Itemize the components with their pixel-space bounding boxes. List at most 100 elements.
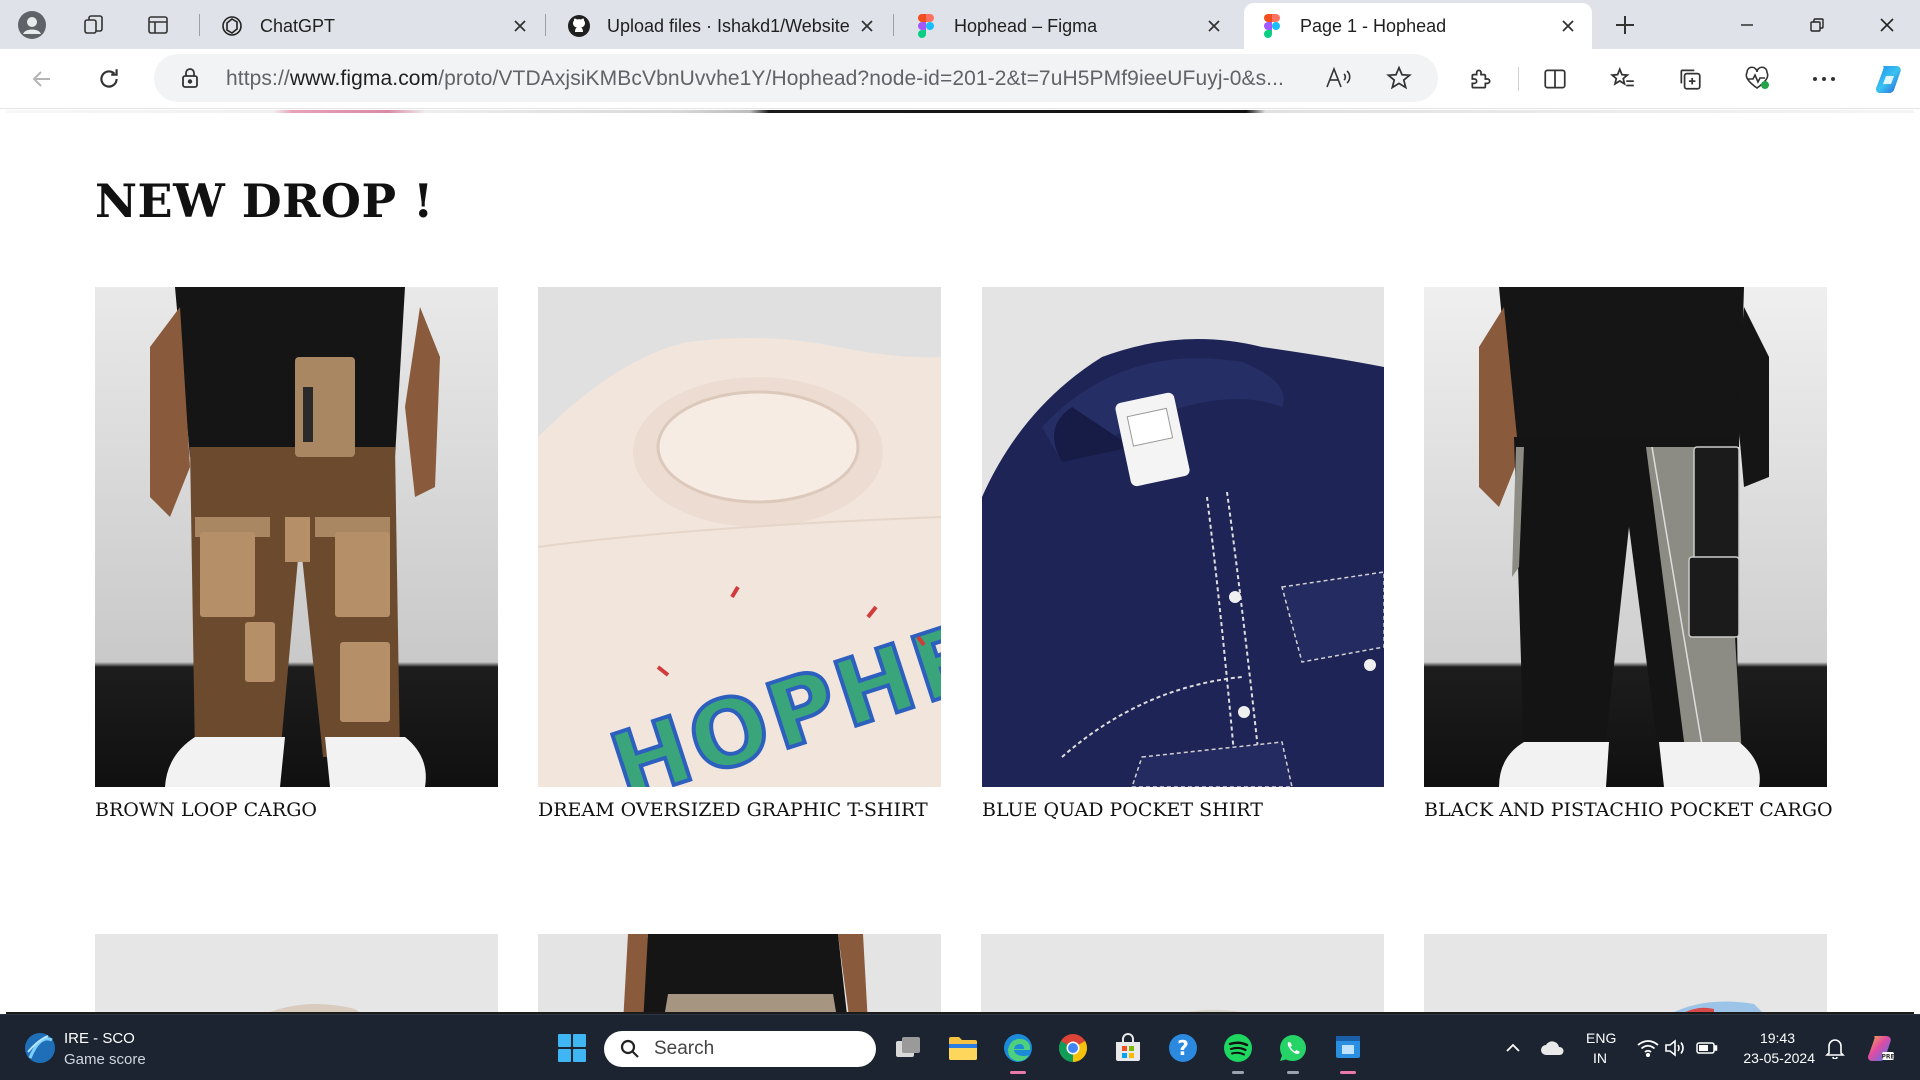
widget-title[interactable]: IRE - SCO <box>64 1029 135 1048</box>
edge-taskbar-button[interactable] <box>998 1028 1038 1074</box>
tab-title: Upload files · Ishakd1/Website <box>607 15 850 36</box>
task-view-button[interactable] <box>888 1028 928 1068</box>
tab-chatgpt[interactable]: ChatGPT <box>204 3 544 49</box>
tab-hophead-figma[interactable]: Hophead – Figma <box>898 3 1238 49</box>
start-button[interactable] <box>552 1028 592 1068</box>
close-tab-icon[interactable] <box>855 14 879 38</box>
navy-pocket-shirt-photo[interactable] <box>982 287 1384 787</box>
url-domain: www.figma.com <box>289 67 439 90</box>
favorite-star-icon[interactable] <box>1386 65 1412 96</box>
prototype-top-strip <box>6 110 1914 113</box>
new-tab-button[interactable] <box>1606 6 1644 44</box>
close-tab-icon[interactable] <box>1202 14 1226 38</box>
product-thumbnail[interactable] <box>981 934 1384 1014</box>
extensions-button[interactable] <box>1461 59 1501 99</box>
cream-graphic-tshirt-photo[interactable]: HOPHEAD <box>538 287 941 787</box>
puzzle-icon <box>1471 69 1491 89</box>
minimize-button[interactable] <box>1712 0 1782 49</box>
notifications-button[interactable] <box>1815 1028 1855 1068</box>
spotify-taskbar-button[interactable] <box>1218 1028 1258 1074</box>
product-card[interactable]: BLUE QUAD POCKET SHIRT <box>982 287 1385 821</box>
taskbar-search-box[interactable]: Search <box>604 1031 876 1067</box>
restore-icon <box>1810 17 1824 32</box>
figma-icon <box>914 14 938 38</box>
clock-time[interactable]: 19:43 <box>1735 1029 1795 1048</box>
active-indicator <box>1010 1071 1026 1074</box>
active-indicator <box>1340 1071 1356 1074</box>
product-card[interactable]: BROWN LOOP CARGO <box>95 287 498 821</box>
tab-title: Page 1 - Hophead <box>1300 15 1447 36</box>
cricket-widget-icon[interactable] <box>20 1028 60 1068</box>
onedrive-button[interactable] <box>1533 1028 1573 1068</box>
collections-button[interactable] <box>1670 59 1710 99</box>
product-thumbnail[interactable] <box>1424 934 1827 1014</box>
plus-icon <box>1616 16 1634 34</box>
more-dots-icon <box>1813 77 1835 81</box>
browser-essentials-button[interactable] <box>1737 59 1777 99</box>
chrome-icon <box>1059 1034 1087 1062</box>
spotify-icon <box>1224 1034 1252 1062</box>
copilot-taskbar-button[interactable]: PRE <box>1860 1028 1900 1068</box>
copilot-icon <box>1876 66 1901 93</box>
file-explorer-button[interactable] <box>943 1028 983 1068</box>
back-button[interactable] <box>22 59 62 99</box>
tab-actions-icon <box>148 16 168 34</box>
search-icon <box>620 1039 639 1058</box>
refresh-button[interactable] <box>89 59 129 99</box>
lock-icon[interactable] <box>180 66 200 95</box>
tab-title: ChatGPT <box>260 15 336 36</box>
profile-icon <box>18 11 46 39</box>
chrome-taskbar-button[interactable] <box>1053 1028 1093 1068</box>
read-aloud-icon[interactable] <box>1324 65 1352 96</box>
tab-page1-hophead[interactable]: Page 1 - Hophead <box>1244 3 1592 49</box>
settings-menu-button[interactable] <box>1804 59 1844 99</box>
tab-title: Hophead – Figma <box>954 15 1098 36</box>
close-tab-icon[interactable] <box>508 14 532 38</box>
address-bar[interactable]: https://www.figma.com/proto/VTDAxjsiKMBc… <box>154 54 1438 102</box>
product-name[interactable]: BLACK AND PISTACHIO POCKET CARGO <box>1424 799 1833 821</box>
product-thumbnail[interactable] <box>95 934 498 1014</box>
app-window-icon <box>1336 1036 1360 1058</box>
windows-taskbar: IRE - SCO Game score Search ? ENG IN 19:… <box>0 1014 1920 1080</box>
product-card[interactable]: HOPHEAD DREAM OVERSIZED GRAPHIC T-SHIRT <box>538 287 941 821</box>
language-line-1[interactable]: ENG <box>1586 1029 1616 1048</box>
microsoft-store-button[interactable] <box>1108 1028 1148 1068</box>
back-arrow-icon <box>32 71 50 87</box>
black-pistachio-cargo-photo[interactable] <box>1424 287 1827 787</box>
product-name[interactable]: BROWN LOOP CARGO <box>95 799 498 821</box>
url-text: https://www.figma.com/proto/VTDAxjsiKMBc… <box>226 67 1284 91</box>
whatsapp-taskbar-button[interactable] <box>1273 1028 1313 1074</box>
product-name[interactable]: BLUE QUAD POCKET SHIRT <box>982 799 1385 821</box>
product-card[interactable]: BLACK AND PISTACHIO POCKET CARGO <box>1424 287 1833 821</box>
copilot-button[interactable] <box>1869 59 1909 99</box>
vertical-tabs-button[interactable] <box>139 6 177 44</box>
search-label: Search <box>654 1038 715 1059</box>
widget-subtitle[interactable]: Game score <box>64 1050 146 1069</box>
tab-github-upload[interactable]: Upload files · Ishakd1/Website <box>551 3 891 49</box>
split-screen-button[interactable] <box>1535 59 1575 99</box>
collections-icon <box>1680 69 1701 90</box>
close-icon <box>1880 17 1894 32</box>
product-thumbnail[interactable] <box>538 934 941 1014</box>
close-tab-icon[interactable] <box>1556 14 1580 38</box>
workspaces-button[interactable] <box>75 6 113 44</box>
split-screen-icon <box>1544 69 1566 89</box>
browser-toolbar: https://www.figma.com/proto/VTDAxjsiKMBc… <box>0 49 1920 109</box>
language-line-2[interactable]: IN <box>1586 1049 1614 1068</box>
product-name[interactable]: DREAM OVERSIZED GRAPHIC T-SHIRT <box>538 799 941 821</box>
favorites-button[interactable] <box>1603 59 1643 99</box>
figma-taskbar-button[interactable] <box>1328 1028 1368 1074</box>
windows-logo-icon <box>558 1034 586 1062</box>
svg-text:?: ? <box>1177 1036 1189 1060</box>
profile-button[interactable] <box>13 6 51 44</box>
show-hidden-icons-button[interactable] <box>1493 1028 1533 1068</box>
tab-separator <box>545 14 546 36</box>
brown-cargo-pants-photo[interactable] <box>95 287 498 787</box>
close-window-button[interactable] <box>1852 0 1920 49</box>
battery-button[interactable] <box>1687 1028 1727 1068</box>
running-indicator <box>1232 1071 1244 1074</box>
clock-date[interactable]: 23-05-2024 <box>1735 1049 1815 1068</box>
whatsapp-icon <box>1280 1035 1306 1061</box>
help-app-button[interactable]: ? <box>1163 1028 1203 1068</box>
restore-button[interactable] <box>1782 0 1852 49</box>
